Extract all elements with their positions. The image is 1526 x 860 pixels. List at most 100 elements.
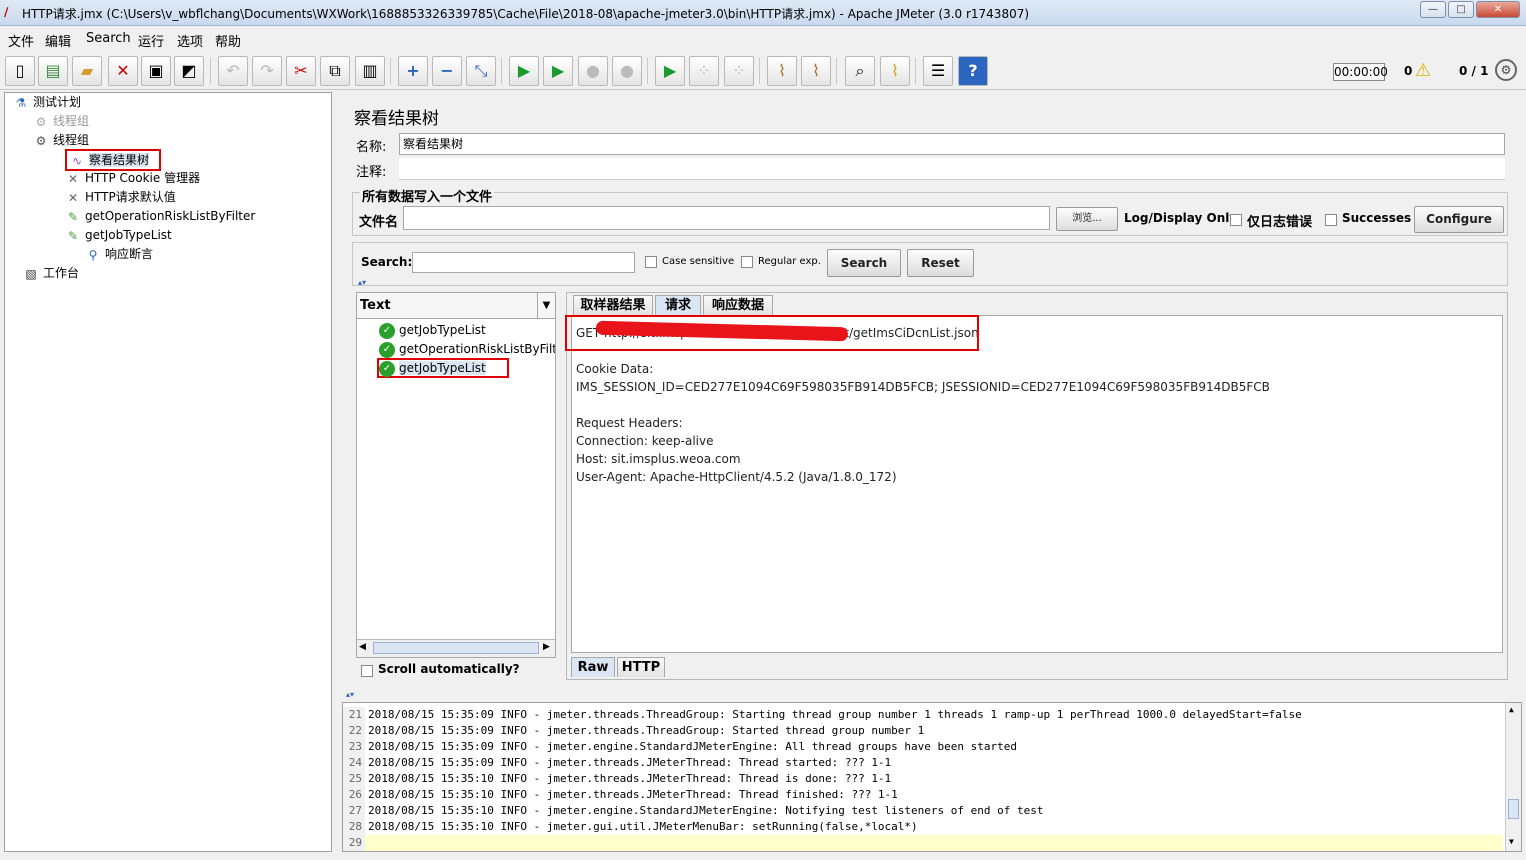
- remote-shutdown-icon[interactable]: ⁘: [724, 56, 754, 86]
- expand-all-icon[interactable]: +: [398, 56, 428, 86]
- scroll-thumb[interactable]: [373, 642, 539, 654]
- scroll-right-icon[interactable]: ▶: [543, 642, 550, 652]
- menu-help[interactable]: 帮助: [215, 31, 241, 50]
- vertical-scrollbar[interactable]: ▲ ▼: [1505, 703, 1521, 851]
- gear-icon: ⚙: [35, 133, 47, 148]
- search-label: Search:: [361, 255, 413, 269]
- menu-search[interactable]: Search: [86, 31, 131, 46]
- tree-item-view-results-tree[interactable]: ∿ 察看结果树: [65, 149, 161, 171]
- toolbar-separator: [647, 58, 648, 84]
- menu-options[interactable]: 选项: [177, 31, 203, 50]
- start-no-pause-icon[interactable]: ▶: [543, 56, 573, 86]
- save-screenshot-icon[interactable]: ◩: [174, 56, 204, 86]
- search-binoculars-icon[interactable]: ⌕: [845, 56, 875, 86]
- result-item[interactable]: ✓ getOperationRiskListByFilter: [379, 340, 555, 358]
- collapse-all-icon[interactable]: −: [432, 56, 462, 86]
- log-line-current: 29: [343, 835, 1503, 851]
- result-item-selected[interactable]: ✓ getJobTypeList: [377, 358, 509, 378]
- clear-icon[interactable]: ⌇: [767, 56, 797, 86]
- request-line: [576, 396, 1496, 414]
- tab-response-data[interactable]: 响应数据: [703, 295, 773, 315]
- reset-button[interactable]: Reset: [907, 249, 974, 277]
- successes-label: Successes: [1342, 211, 1412, 225]
- log-line: 26 2018/08/15 15:35:10 INFO - jmeter.thre…: [343, 787, 1503, 803]
- help-icon[interactable]: ?: [958, 56, 988, 86]
- tab-http[interactable]: HTTP: [617, 657, 665, 677]
- close-button[interactable]: ✕: [1476, 1, 1520, 18]
- paste-icon[interactable]: ▥: [355, 56, 385, 86]
- shutdown-icon[interactable]: ●: [612, 56, 642, 86]
- gear-icon: ⚙: [35, 114, 47, 129]
- redo-icon[interactable]: ↷: [252, 56, 282, 86]
- scroll-up-icon[interactable]: ▲: [1509, 705, 1514, 714]
- tab-raw[interactable]: Raw: [571, 657, 615, 677]
- toggle-icon[interactable]: ⤡: [466, 56, 496, 86]
- name-field[interactable]: 察看结果树: [399, 133, 1505, 155]
- result-item[interactable]: ✓ getJobTypeList: [379, 321, 486, 339]
- tree-item-http-defaults[interactable]: ✕ HTTP请求默认值: [65, 188, 176, 206]
- function-helper-icon[interactable]: ☰: [923, 56, 953, 86]
- tree-item-response-assertion[interactable]: ⚲ 响应断言: [85, 245, 153, 263]
- tree-item-cookie-manager[interactable]: ✕ HTTP Cookie 管理器: [65, 169, 200, 187]
- stop-icon[interactable]: ●: [578, 56, 608, 86]
- log-panel[interactable]: 21 2018/08/15 15:35:09 INFO - jmeter.thre…: [342, 702, 1522, 852]
- search-input[interactable]: [412, 252, 635, 273]
- request-line: User-Agent: Apache-HttpClient/4.5.2 (Jav…: [576, 470, 897, 484]
- save-icon[interactable]: ▣: [141, 56, 171, 86]
- case-sensitive-checkbox[interactable]: [645, 256, 657, 268]
- close-file-icon[interactable]: ✕: [108, 56, 138, 86]
- comment-field[interactable]: [399, 158, 1505, 180]
- scroll-thumb[interactable]: [1508, 799, 1519, 819]
- test-plan-icon: ⚗: [15, 95, 27, 110]
- tree-item-test-plan[interactable]: ⚗ 测试计划: [13, 93, 81, 111]
- regular-exp-checkbox[interactable]: [741, 256, 753, 268]
- clear-all-icon[interactable]: ⌇: [801, 56, 831, 86]
- tree-item-thread-group-disabled[interactable]: ⚙ 线程组: [33, 112, 89, 130]
- browse-button[interactable]: 浏览...: [1056, 207, 1118, 231]
- jmeter-feather-icon: ∕: [4, 5, 9, 19]
- scroll-automatically-checkbox[interactable]: [361, 665, 373, 677]
- log-line: 22 2018/08/15 15:35:09 INFO - jmeter.thre…: [343, 723, 1503, 739]
- toolbar-separator: [915, 58, 916, 84]
- menu-run[interactable]: 运行: [138, 31, 164, 50]
- new-icon[interactable]: ▯: [5, 56, 35, 86]
- warning-icon[interactable]: ⚠: [1415, 60, 1431, 81]
- tree-item-sampler-job-type[interactable]: ✎ getJobTypeList: [65, 226, 172, 244]
- cut-icon[interactable]: ✂: [286, 56, 316, 86]
- menu-file[interactable]: 文件: [8, 31, 34, 50]
- templates-icon[interactable]: ▤: [38, 56, 68, 86]
- search-button[interactable]: Search: [827, 249, 901, 277]
- copy-icon[interactable]: ⧉: [320, 56, 350, 86]
- undo-icon[interactable]: ↶: [218, 56, 248, 86]
- configure-button[interactable]: Configure: [1414, 206, 1504, 233]
- split-arrows-icon[interactable]: ▴▾: [358, 278, 366, 287]
- tab-request[interactable]: 请求: [655, 295, 701, 315]
- menu-edit[interactable]: 编辑: [45, 31, 71, 50]
- request-text-area[interactable]: GET http://sit.imsplus.weoa.com/ims_ci/c…: [571, 315, 1503, 653]
- panel-title: 察看结果树: [354, 109, 439, 129]
- toolbar-separator: [210, 58, 211, 84]
- request-line: Connection: keep-alive: [576, 434, 714, 448]
- tab-sampler-result[interactable]: 取样器结果: [573, 295, 653, 315]
- comment-label: 注释:: [356, 165, 387, 180]
- maximize-button[interactable]: □: [1448, 1, 1474, 18]
- horizontal-scrollbar[interactable]: ◀ ▶: [357, 639, 555, 657]
- split-arrows-icon[interactable]: ▴▾: [346, 690, 354, 699]
- scroll-down-icon[interactable]: ▼: [1509, 837, 1514, 846]
- errors-only-checkbox[interactable]: [1230, 214, 1242, 226]
- renderer-select[interactable]: Text ▼: [357, 293, 555, 319]
- minimize-button[interactable]: —: [1420, 1, 1446, 18]
- scroll-left-icon[interactable]: ◀: [359, 642, 366, 652]
- tree-item-workbench[interactable]: ▧ 工作台: [23, 264, 79, 282]
- start-icon[interactable]: ▶: [509, 56, 539, 86]
- successes-checkbox[interactable]: [1325, 214, 1337, 226]
- filename-input[interactable]: [403, 206, 1050, 230]
- open-icon[interactable]: ▰: [72, 56, 102, 86]
- chevron-down-icon[interactable]: ▼: [537, 293, 555, 318]
- tree-item-sampler-risk-list[interactable]: ✎ getOperationRiskListByFilter: [65, 207, 255, 225]
- tree-item-thread-group[interactable]: ⚙ 线程组: [33, 131, 89, 149]
- remote-stop-icon[interactable]: ⁘: [689, 56, 719, 86]
- remote-start-icon[interactable]: ▶: [655, 56, 685, 86]
- toolbar-separator: [836, 58, 837, 84]
- reset-search-broom-icon[interactable]: ⌇: [880, 56, 910, 86]
